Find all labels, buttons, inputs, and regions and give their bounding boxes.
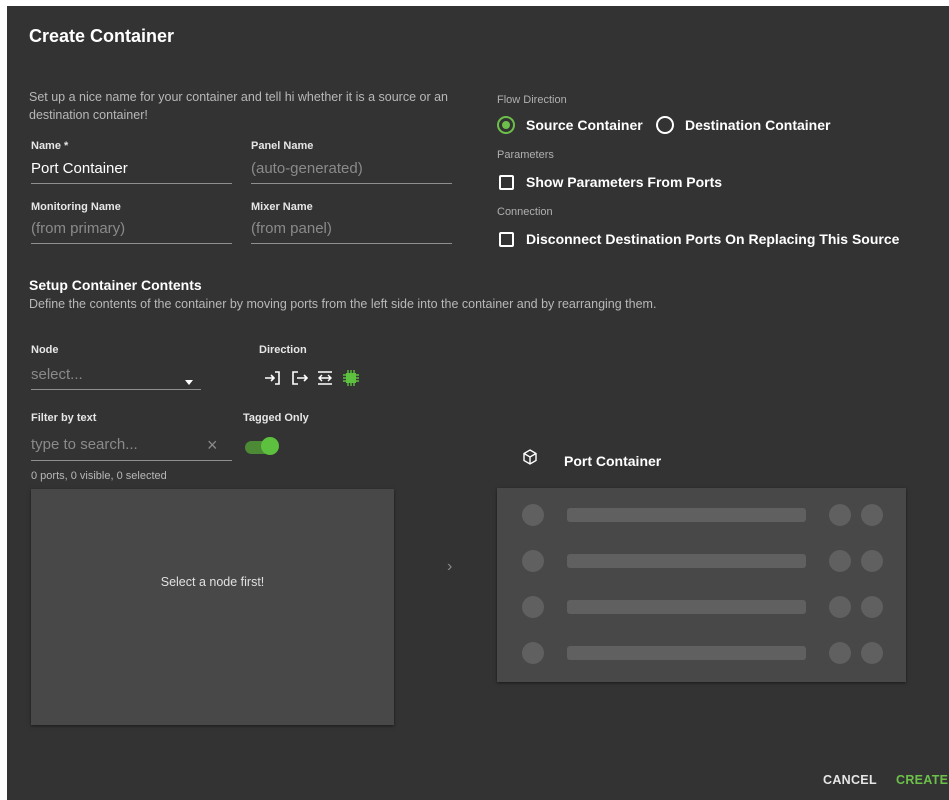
- show-parameters-checkbox[interactable]: [499, 174, 514, 190]
- mixer-name-input[interactable]: (from panel): [251, 220, 332, 237]
- row-placeholder-bar: [567, 600, 806, 614]
- row-dot: [861, 596, 883, 618]
- disconnect-checkbox[interactable]: [499, 231, 514, 247]
- monitoring-name-input[interactable]: (from primary): [31, 220, 125, 237]
- show-parameters-label: Show Parameters From Ports: [526, 174, 723, 190]
- bidirectional-icon[interactable]: [315, 368, 335, 388]
- monitoring-name-label: Monitoring Name: [31, 201, 121, 213]
- name-underline: [31, 183, 232, 184]
- filter-label: Filter by text: [31, 412, 97, 424]
- source-container-label: Source Container: [526, 117, 643, 133]
- node-label: Node: [31, 344, 59, 356]
- cube-icon: [522, 449, 538, 470]
- row-dot: [829, 550, 851, 572]
- empty-state-text: Select a node first!: [160, 575, 265, 589]
- direction-label: Direction: [259, 344, 307, 356]
- row-dot: [829, 596, 851, 618]
- name-label: Name *: [31, 140, 69, 152]
- filter-input[interactable]: type to search...: [31, 436, 138, 453]
- panel-name-input[interactable]: (auto-generated): [251, 160, 363, 177]
- chevron-down-icon[interactable]: [185, 380, 193, 385]
- row-dot: [861, 550, 883, 572]
- dialog-title: Create Container: [29, 26, 175, 46]
- disconnect-option[interactable]: Disconnect Destination Ports On Replacin…: [499, 231, 899, 247]
- ports-list-panel: Select a node first!: [31, 489, 394, 725]
- row-dot: [829, 642, 851, 664]
- panel-name-underline: [251, 183, 452, 184]
- row-dot: [829, 504, 851, 526]
- parameters-label: Parameters: [497, 149, 554, 161]
- tagged-only-toggle[interactable]: [245, 437, 281, 457]
- clear-icon[interactable]: ×: [207, 435, 218, 456]
- row-dot: [861, 504, 883, 526]
- flow-direction-label: Flow Direction: [497, 94, 567, 106]
- flow-option-destination[interactable]: Destination Container: [656, 116, 830, 134]
- row-handle-dot: [522, 596, 544, 618]
- show-parameters-option[interactable]: Show Parameters From Ports: [499, 174, 722, 190]
- flow-option-source[interactable]: Source Container: [497, 116, 643, 134]
- row-placeholder-bar: [567, 646, 806, 660]
- chip-icon[interactable]: [341, 368, 361, 388]
- output-icon[interactable]: [289, 368, 309, 388]
- row-handle-dot: [522, 504, 544, 526]
- setup-title: Setup Container Contents: [29, 277, 202, 293]
- panel-name-label: Panel Name: [251, 140, 314, 152]
- dialog-description: Set up a nice name for your container an…: [29, 90, 448, 122]
- container-contents-panel: [497, 488, 906, 682]
- radio-destination[interactable]: [656, 116, 674, 134]
- ports-status: 0 ports, 0 visible, 0 selected: [31, 470, 167, 482]
- input-icon[interactable]: [263, 368, 283, 388]
- mixer-name-label: Mixer Name: [251, 201, 313, 213]
- monitoring-name-underline: [31, 243, 232, 244]
- setup-description: Define the contents of the container by …: [29, 297, 657, 311]
- create-container-dialog: Create Container Set up a nice name for …: [7, 6, 949, 800]
- direction-icons: [263, 368, 361, 388]
- name-input[interactable]: Port Container: [31, 160, 128, 177]
- node-underline: [31, 389, 201, 390]
- cancel-button[interactable]: CANCEL: [823, 773, 877, 787]
- filter-underline: [31, 460, 232, 461]
- node-select[interactable]: select...: [31, 366, 83, 383]
- radio-selected-dot: [502, 121, 510, 129]
- row-placeholder-bar: [567, 508, 806, 522]
- disconnect-label: Disconnect Destination Ports On Replacin…: [526, 231, 900, 247]
- create-button[interactable]: CREATE: [896, 773, 948, 787]
- container-preview-title: Port Container: [564, 453, 662, 469]
- row-handle-dot: [522, 550, 544, 572]
- row-placeholder-bar: [567, 554, 806, 568]
- destination-container-label: Destination Container: [685, 117, 831, 133]
- move-right-icon[interactable]: ›: [447, 558, 452, 576]
- mixer-name-underline: [251, 243, 452, 244]
- row-handle-dot: [522, 642, 544, 664]
- connection-label: Connection: [497, 206, 553, 218]
- row-dot: [861, 642, 883, 664]
- toggle-thumb: [261, 437, 279, 455]
- tagged-only-label: Tagged Only: [243, 412, 309, 424]
- radio-source[interactable]: [497, 116, 515, 134]
